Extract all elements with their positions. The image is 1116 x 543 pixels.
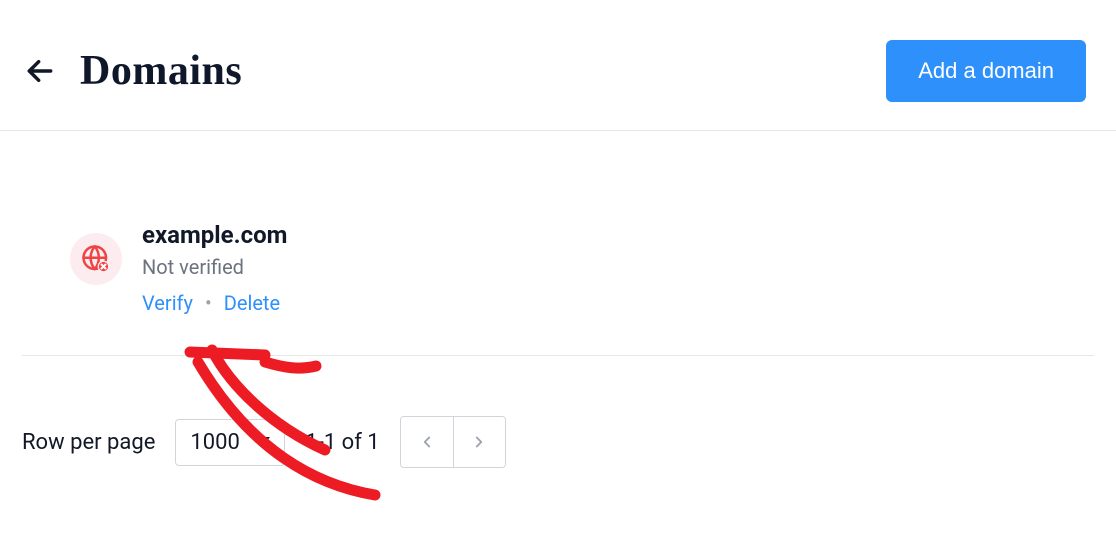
arrow-left-icon — [24, 55, 56, 87]
chevron-right-icon — [470, 433, 488, 451]
prev-page-button[interactable] — [401, 417, 453, 467]
content-area: example.com Not verified Verify • Delete — [0, 131, 1116, 356]
domain-status: Not verified — [142, 255, 287, 279]
pagination-bar: Row per page 1000 1-1 of 1 — [0, 356, 1116, 468]
chevron-left-icon — [418, 433, 436, 451]
verify-link[interactable]: Verify — [142, 291, 193, 315]
separator-dot: • — [205, 291, 212, 315]
domain-row: example.com Not verified Verify • Delete — [22, 221, 1094, 356]
add-domain-button[interactable]: Add a domain — [886, 40, 1086, 102]
back-arrow-button[interactable] — [22, 53, 58, 89]
pagination-range: 1-1 of 1 — [305, 430, 379, 455]
rows-per-page-value: 1000 — [190, 430, 239, 455]
pager-group — [400, 416, 506, 468]
globe-error-icon — [81, 244, 111, 274]
domain-name: example.com — [142, 221, 287, 249]
domain-info: example.com Not verified Verify • Delete — [142, 221, 287, 315]
page-header: Domains Add a domain — [0, 0, 1116, 131]
rows-per-page-label: Row per page — [22, 430, 155, 455]
header-left: Domains — [22, 47, 242, 95]
caret-down-icon — [254, 437, 270, 447]
delete-link[interactable]: Delete — [224, 291, 280, 315]
domain-status-icon-wrapper — [70, 233, 122, 285]
next-page-button[interactable] — [453, 417, 505, 467]
rows-per-page-select[interactable]: 1000 — [175, 419, 285, 466]
page-title: Domains — [80, 47, 242, 95]
domain-actions: Verify • Delete — [142, 291, 287, 315]
